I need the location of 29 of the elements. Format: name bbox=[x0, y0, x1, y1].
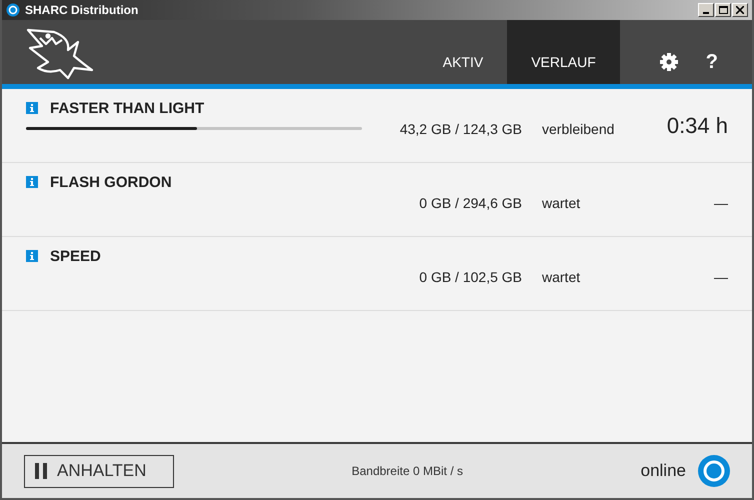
connection-status: online bbox=[640, 461, 686, 481]
window-title: SHARC Distribution bbox=[25, 3, 140, 17]
settings-icon[interactable] bbox=[660, 53, 678, 71]
download-size: 0 GB / 102,5 GB bbox=[418, 269, 522, 285]
download-title: FLASH GORDON bbox=[50, 174, 172, 190]
pause-icon bbox=[35, 463, 47, 479]
bandwidth-text: Bandbreite 0 MBit / s bbox=[350, 464, 464, 478]
nav-tab[interactable]: AKTIV bbox=[418, 20, 508, 84]
download-status: verbleibend bbox=[541, 121, 616, 137]
download-size: 43,2 GB / 124,3 GB bbox=[398, 121, 522, 137]
download-size: 0 GB / 294,6 GB bbox=[418, 195, 522, 211]
remaining-time: — bbox=[713, 269, 729, 285]
status-ring-icon bbox=[698, 455, 730, 487]
remaining-time: — bbox=[713, 195, 729, 211]
download-title: FASTER THAN LIGHT bbox=[50, 100, 204, 116]
app-icon bbox=[6, 3, 20, 17]
pause-button[interactable]: ANHALTEN bbox=[24, 454, 174, 488]
maximize-button[interactable] bbox=[715, 3, 731, 17]
minimize-button[interactable] bbox=[698, 3, 714, 17]
maximize-icon bbox=[718, 6, 728, 14]
nav-tab[interactable]: VERLAUF bbox=[507, 20, 620, 84]
download-status: wartet bbox=[541, 195, 582, 211]
close-button[interactable] bbox=[732, 3, 748, 17]
remaining-time: 0:34 h bbox=[666, 113, 729, 139]
download-title: SPEED bbox=[50, 248, 101, 264]
shark-logo bbox=[24, 26, 94, 80]
download-status: wartet bbox=[541, 269, 582, 285]
close-icon bbox=[736, 6, 744, 14]
help-button[interactable]: ? bbox=[706, 50, 718, 74]
